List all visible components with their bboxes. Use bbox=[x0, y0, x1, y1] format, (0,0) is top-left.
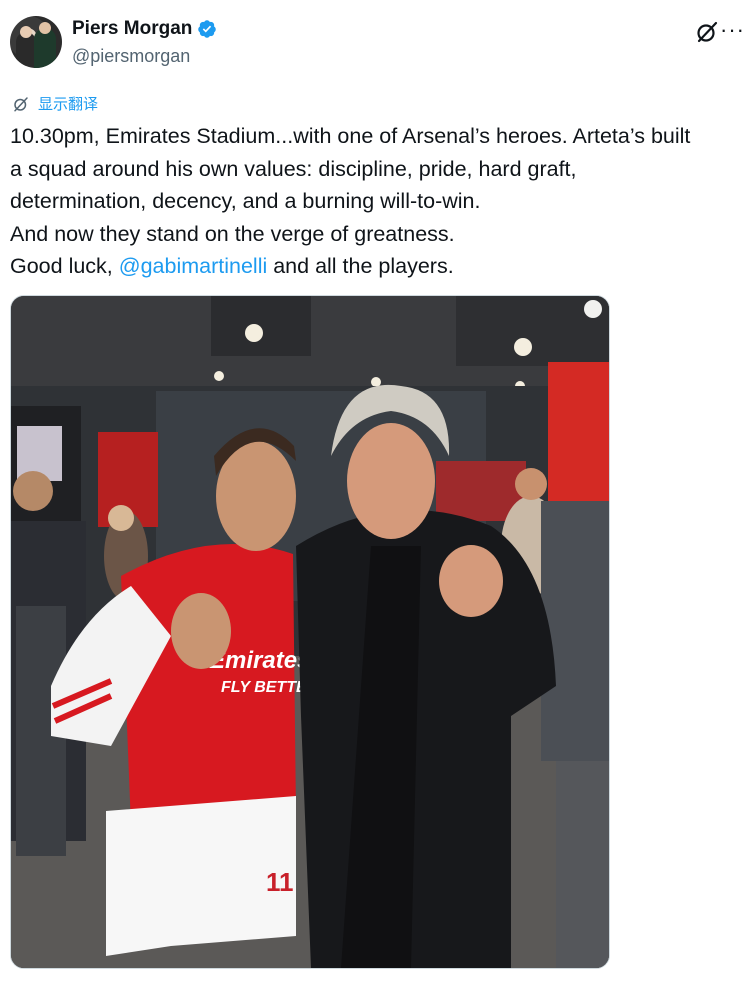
shirt-number: 11 bbox=[266, 867, 294, 897]
author-display-name[interactable]: Piers Morgan bbox=[72, 18, 192, 40]
red-wall bbox=[548, 362, 609, 502]
tweet-text: 10.30pm, Emirates Stadium...with one of … bbox=[10, 120, 748, 283]
tweet-line: a squad around his own values: disciplin… bbox=[10, 156, 577, 181]
tweet-photo[interactable]: 11 Emirates FLY BETTER bbox=[10, 295, 610, 969]
person-fist bbox=[439, 545, 503, 617]
ceiling-light bbox=[214, 371, 224, 381]
tweet-text-segment: and all the players. bbox=[267, 254, 454, 278]
tweet-line: determination, decency, and a burning wi… bbox=[10, 189, 481, 213]
translate-icon bbox=[14, 96, 28, 111]
grok-icon[interactable] bbox=[695, 20, 719, 44]
ceiling-light bbox=[514, 338, 532, 356]
tweet-line-last: Good luck, @gabimartinelli and all the p… bbox=[10, 250, 748, 283]
tweet-header: Piers Morgan @piersmorgan ··· bbox=[10, 16, 745, 72]
author-name-row: Piers Morgan bbox=[72, 18, 217, 40]
background-person bbox=[541, 501, 609, 761]
person-head bbox=[347, 423, 435, 539]
author-handle[interactable]: @piersmorgan bbox=[72, 46, 190, 67]
mention-link[interactable]: @gabimartinelli bbox=[119, 254, 268, 278]
photo-illustration: 11 Emirates FLY BETTER bbox=[11, 296, 609, 968]
tweet-line: 10.30pm, Emirates Stadium...with one of … bbox=[10, 124, 691, 148]
ceiling-light bbox=[371, 377, 381, 387]
show-translation-label: 显示翻译 bbox=[38, 96, 99, 113]
show-translation-link[interactable]: 显示翻译 bbox=[12, 93, 98, 114]
ceiling-light bbox=[245, 324, 263, 342]
tweet-line: And now they stand on the verge of great… bbox=[10, 221, 455, 246]
tweet-text-segment: Good luck, bbox=[10, 254, 119, 278]
verified-badge-icon bbox=[198, 20, 217, 38]
author-avatar[interactable] bbox=[10, 16, 62, 68]
player-hand bbox=[171, 593, 231, 669]
ceiling-light bbox=[584, 300, 602, 318]
more-icon[interactable]: ··· bbox=[720, 19, 745, 41]
